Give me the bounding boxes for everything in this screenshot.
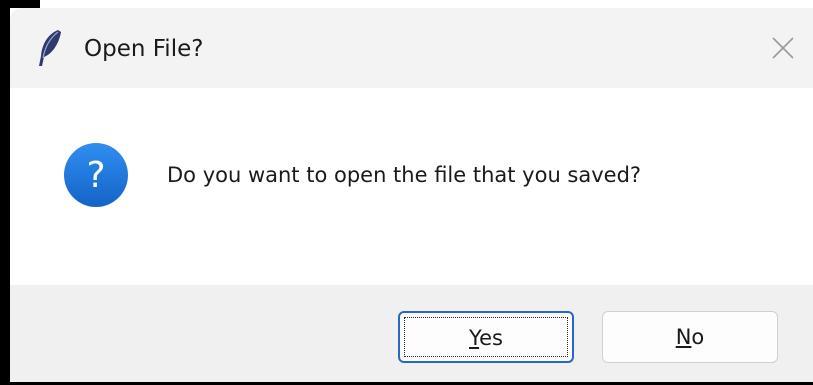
question-icon: ? bbox=[63, 142, 129, 208]
dialog-message: Do you want to open the file that you sa… bbox=[167, 163, 642, 187]
close-icon[interactable] bbox=[765, 30, 801, 66]
no-mnemonic: N bbox=[675, 325, 692, 349]
button-bar: Yes No bbox=[10, 285, 813, 382]
window-frame-top bbox=[0, 0, 40, 8]
no-button[interactable]: No bbox=[602, 311, 778, 363]
window-frame-left bbox=[0, 0, 10, 385]
dialog-content: ? Do you want to open the file that you … bbox=[10, 88, 813, 285]
no-label-rest: o bbox=[691, 325, 705, 349]
dialog-window: Open File? ? Do you want to open the fil… bbox=[10, 8, 813, 382]
window-title: Open File? bbox=[84, 36, 204, 62]
yes-button[interactable]: Yes bbox=[398, 311, 574, 363]
yes-label-rest: es bbox=[479, 326, 503, 350]
question-glyph: ? bbox=[86, 155, 105, 196]
feather-icon bbox=[34, 28, 64, 68]
yes-mnemonic: Y bbox=[469, 326, 480, 350]
dialog-screen: Open File? ? Do you want to open the fil… bbox=[0, 0, 813, 385]
title-bar[interactable]: Open File? bbox=[10, 8, 813, 88]
